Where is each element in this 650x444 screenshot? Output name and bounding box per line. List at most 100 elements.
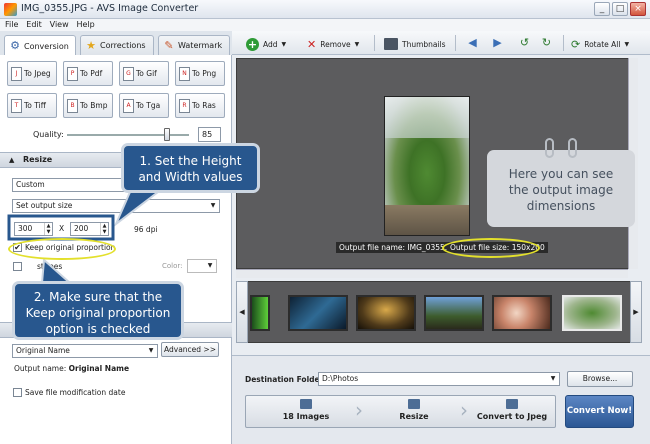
rotate-all-button[interactable]: ⟳ Rotate All ▼ <box>571 37 629 51</box>
tab-conversion-label: Conversion <box>24 41 69 51</box>
thumbnail-selected[interactable] <box>562 295 622 331</box>
format-pdf-button[interactable]: P To Pdf <box>63 61 113 86</box>
remove-icon: ✕ <box>307 37 317 51</box>
step-convert-to[interactable]: Convert to Jpeg <box>470 395 554 428</box>
resize-mode-select[interactable]: Set output size ▼ <box>12 199 220 213</box>
remove-button[interactable]: ✕ Remove ▼ <box>307 37 359 51</box>
spinner-arrows-icon[interactable]: ▲ ▼ <box>100 223 108 235</box>
tab-corrections-label: Corrections <box>100 41 146 50</box>
arrow-left-icon[interactable]: ◀ <box>466 37 479 49</box>
thumbnail[interactable] <box>250 295 270 331</box>
image-ground <box>385 204 469 235</box>
step-separator-icon: › <box>460 398 468 422</box>
add-label: Add <box>263 39 278 49</box>
advanced-button[interactable]: Advanced >> <box>161 342 219 357</box>
convert-now-button[interactable]: Convert Now! <box>565 395 634 428</box>
maximize-button[interactable]: □ <box>612 2 628 16</box>
callout-keep-proportion-line3: option is checked <box>45 322 151 336</box>
jpeg-file-icon: J <box>11 66 22 81</box>
chevron-down-icon: ▼ <box>550 375 556 382</box>
format-pdf-label: To Pdf <box>80 69 103 78</box>
tab-watermark[interactable]: ✎ Watermark <box>158 35 230 55</box>
tab-bar: ⚙ Conversion ★ Corrections ✎ Watermark <box>0 31 232 56</box>
menu-bar: File Edit View Help <box>0 19 650 31</box>
color-label: Color: <box>162 262 183 270</box>
tab-corrections[interactable]: ★ Corrections <box>80 35 154 55</box>
menu-help[interactable]: Help <box>77 19 95 31</box>
thumbnail[interactable] <box>424 295 484 331</box>
naming-select[interactable]: Original Name ▼ <box>12 344 158 358</box>
menu-edit[interactable]: Edit <box>26 19 42 31</box>
callout-set-size: 1. Set the Height and Width values <box>121 143 260 193</box>
preview-horizontal-scrollbar[interactable] <box>236 269 628 278</box>
height-value: 200 <box>74 224 89 233</box>
format-tiff-button[interactable]: T To Tiff <box>7 93 57 118</box>
star-icon: ★ <box>86 38 96 52</box>
thumbnails-button[interactable]: Thumbnails <box>384 37 446 51</box>
filmstrip-right-arrow[interactable]: ▶ <box>630 281 642 343</box>
minimize-button[interactable]: _ <box>594 2 610 16</box>
gif-file-icon: G <box>123 66 134 81</box>
step-images-label: 18 Images <box>282 412 330 421</box>
thumbnail[interactable] <box>492 295 552 331</box>
step-resize[interactable]: Resize <box>368 395 460 428</box>
watermark-icon: ✎ <box>164 38 174 52</box>
rotate-left-icon[interactable]: ↺ <box>518 37 531 49</box>
rotate-right-icon[interactable]: ↻ <box>540 37 553 49</box>
menu-file[interactable]: File <box>5 19 18 31</box>
thumbnails-label: Thumbnails <box>402 39 446 49</box>
callout-output-dimensions: Here you can see the output image dimens… <box>487 150 635 227</box>
format-jpeg-button[interactable]: J To Jpeg <box>7 61 57 86</box>
arrow-right-icon[interactable]: ▶ <box>491 37 504 49</box>
color-picker[interactable]: ▼ <box>187 259 217 273</box>
chevron-down-icon: ▼ <box>210 202 216 209</box>
callout-set-size-line2: and Width values <box>138 170 243 184</box>
format-png-button[interactable]: N To Png <box>175 61 225 86</box>
format-ras-button[interactable]: R To Ras <box>175 93 225 118</box>
spinner-arrows-icon[interactable]: ▲ ▼ <box>44 223 52 235</box>
save-date-checkbox[interactable] <box>13 388 22 397</box>
thumbnails-icon <box>384 38 398 50</box>
remove-label: Remove <box>320 39 351 49</box>
highlight-ellipse <box>442 238 540 258</box>
binder-ring-icon <box>545 138 554 158</box>
stripes-checkbox[interactable] <box>13 262 22 271</box>
tga-file-icon: A <box>123 98 134 113</box>
callout-keep-proportion-line2: Keep original proportion <box>25 306 171 320</box>
width-input[interactable]: 300 ▲ ▼ <box>14 222 53 236</box>
images-icon <box>300 399 312 409</box>
highlight-ellipse <box>8 238 116 260</box>
toolbar-separator <box>455 35 456 51</box>
image-sky <box>385 97 469 139</box>
tab-conversion[interactable]: ⚙ Conversion <box>4 35 76 56</box>
png-file-icon: N <box>179 66 190 81</box>
format-bmp-button[interactable]: B To Bmp <box>63 93 113 118</box>
height-input[interactable]: 200 ▲ ▼ <box>70 222 109 236</box>
browse-button[interactable]: Browse... <box>567 371 633 387</box>
format-gif-button[interactable]: G To Gif <box>119 61 169 86</box>
bmp-file-icon: B <box>67 98 78 113</box>
format-tga-button[interactable]: A To Tga <box>119 93 169 118</box>
step-images[interactable]: 18 Images <box>258 395 354 428</box>
thumbnail[interactable] <box>356 295 416 331</box>
thumbnail[interactable] <box>288 295 348 331</box>
quality-slider-thumb[interactable] <box>164 128 171 141</box>
rotate-all-icon: ⟳ <box>571 37 581 51</box>
filmstrip-left-arrow[interactable]: ◀ <box>236 281 248 343</box>
chevron-down-icon: ▼ <box>148 347 154 354</box>
ras-file-icon: R <box>179 98 190 113</box>
output-name-caption: Output name: <box>14 364 67 373</box>
chevron-down-icon: ▼ <box>207 262 213 269</box>
quality-slider-track[interactable] <box>67 134 189 136</box>
destination-input[interactable]: D:\Photos ▼ <box>318 372 560 386</box>
size-separator: X <box>59 224 65 233</box>
close-button[interactable]: × <box>630 2 646 16</box>
format-gif-label: To Gif <box>136 69 157 78</box>
add-button[interactable]: + Add ▼ <box>246 37 286 51</box>
menu-view[interactable]: View <box>50 19 69 31</box>
gear-icon: ⚙ <box>10 39 20 52</box>
format-ras-label: To Ras <box>192 101 216 110</box>
quality-label: Quality: <box>33 130 64 139</box>
step-convert-to-label: Convert to Jpeg <box>476 412 548 421</box>
quality-input[interactable]: 85 <box>198 127 221 142</box>
